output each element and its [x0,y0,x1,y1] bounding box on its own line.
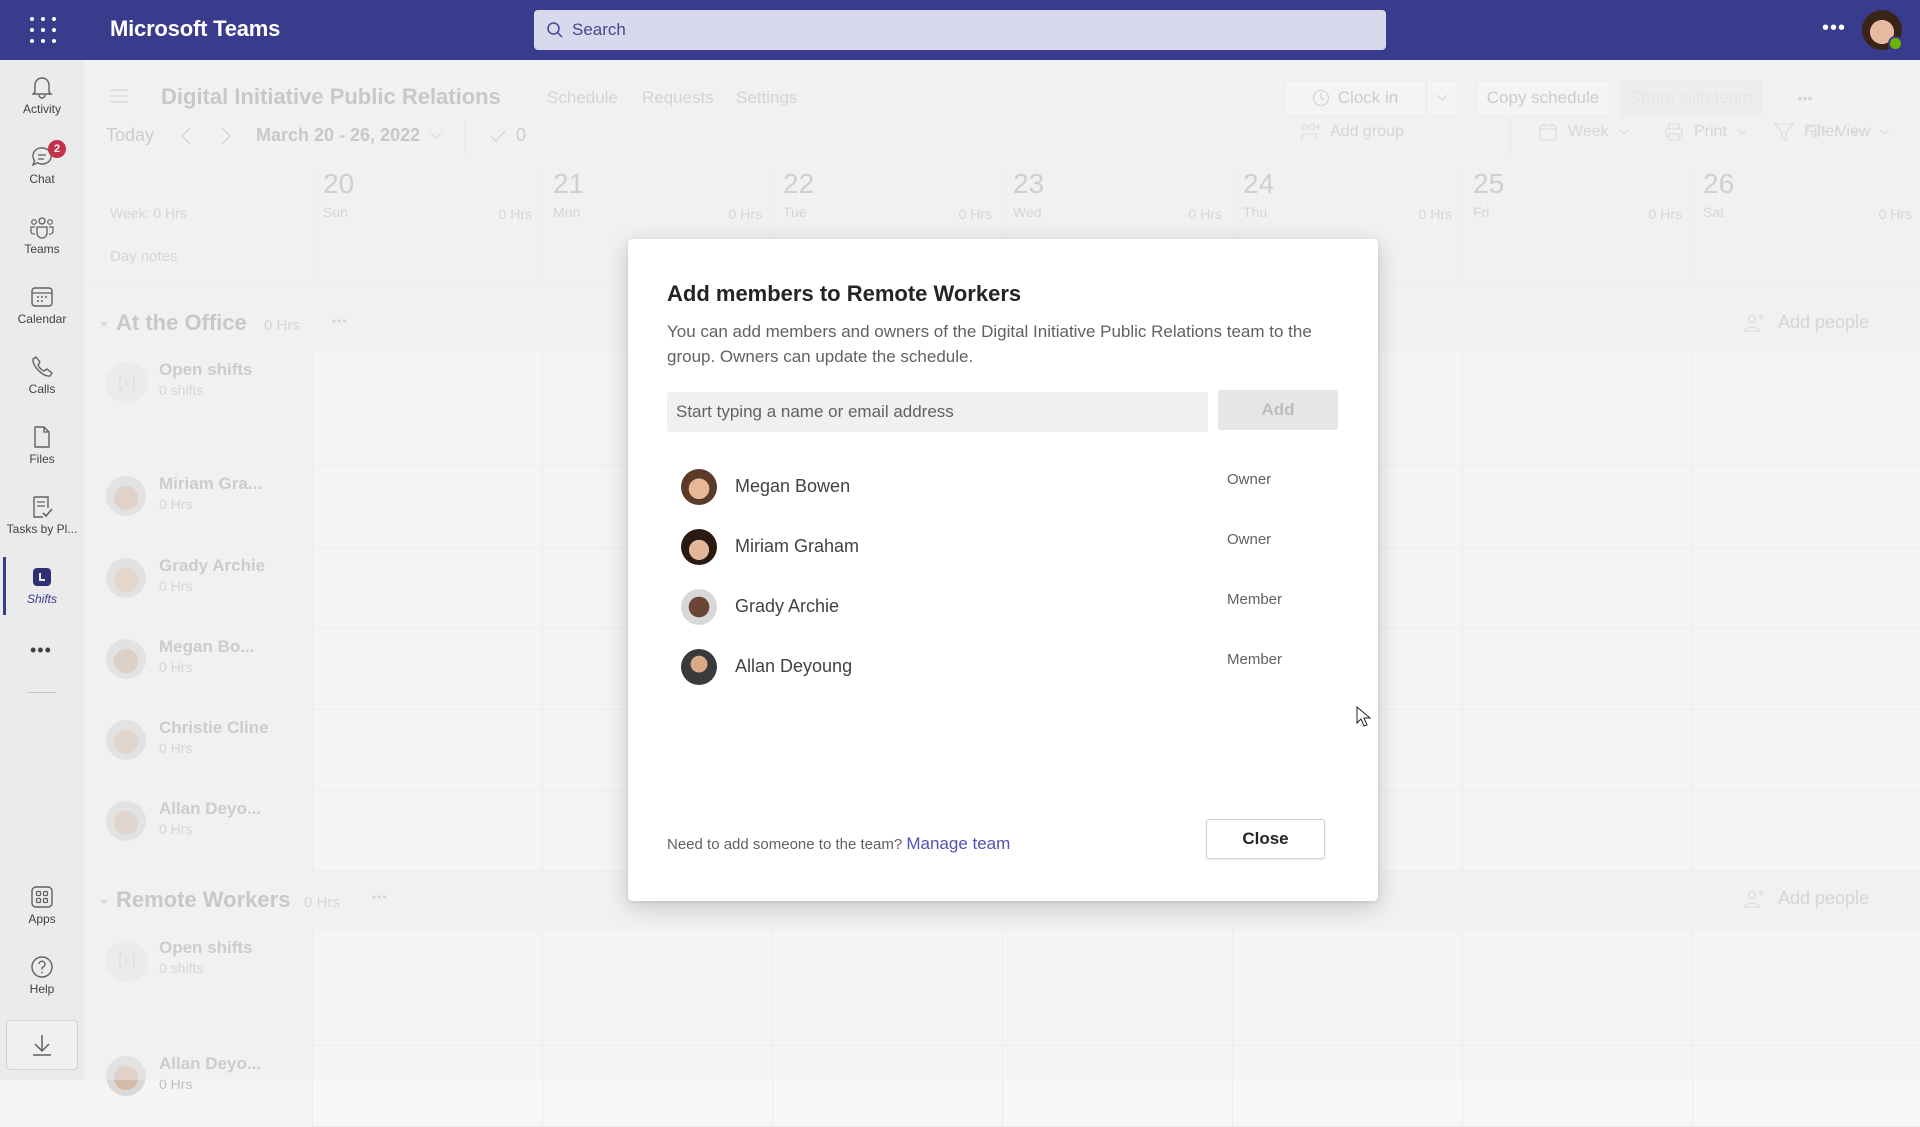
rail-label: Shifts [26,592,57,606]
member-row: Allan Deyoung Member [667,643,1347,693]
member-name: Miriam Graham [735,536,860,556]
rail-item-activity[interactable]: Activity [0,68,84,128]
search-icon [547,22,563,38]
avatar [681,529,717,565]
member-role: Owner [1227,471,1272,488]
more-apps-icon[interactable]: ••• [30,640,52,661]
rail-item-help[interactable]: Help [0,948,84,1008]
presence-available-icon [1888,36,1903,51]
add-members-dialog: Add members to Remote Workers You can ad… [628,239,1378,901]
file-icon [34,426,50,448]
member-row: Grady Archie Member [667,583,1347,633]
member-role: Member [1227,591,1283,608]
rail-label: Chat [29,172,55,186]
search-input[interactable] [572,20,1352,40]
dialog-title: Add members to Remote Workers [667,281,1022,306]
teams-icon [30,217,54,239]
bell-icon [31,77,53,99]
app-title: Microsoft Teams [110,16,281,41]
app-launcher-icon[interactable] [30,17,56,43]
apps-icon [31,886,53,908]
member-role: Member [1227,651,1283,668]
rail-item-calendar[interactable]: Calendar [0,278,84,338]
rail-item-files[interactable]: Files [0,418,84,478]
member-name: Megan Bowen [735,476,851,496]
top-bar: Microsoft Teams ••• [0,0,1920,60]
avatar [681,649,717,685]
calendar-icon [31,287,53,307]
avatar [681,589,717,625]
rail-label: Tasks by Pl... [6,522,78,536]
member-name: Allan Deyoung [735,656,853,676]
phone-icon [32,356,53,377]
member-name: Grady Archie [735,596,840,616]
settings-more-icon[interactable]: ••• [1822,17,1846,40]
rail-label: Teams [24,242,60,256]
tasks-icon [33,496,53,518]
app-rail: Activity 2 Chat Teams Calendar Calls Fil… [0,60,84,1080]
footer-text: Need to add someone to the team? Manage … [667,834,1010,854]
dialog-description: You can add members and owners of the Di… [667,322,1312,366]
avatar [681,469,717,505]
download-button[interactable] [6,1020,78,1070]
mouse-cursor-icon [1356,706,1372,727]
shifts-icon [33,568,51,586]
rail-label: Help [29,982,55,996]
rail-label: Activity [22,102,61,116]
member-row: Miriam Graham Owner [667,523,1347,573]
rail-item-calls[interactable]: Calls [0,348,84,408]
member-row: Megan Bowen Owner [667,463,1347,513]
rail-label: Calendar [17,312,67,326]
rail-item-tasks[interactable]: Tasks by Pl... [0,488,84,548]
footer-prompt: Need to add someone to the team? [667,836,903,853]
rail-item-shifts[interactable]: Shifts [0,558,84,618]
chat-unread-badge: 2 [48,140,66,158]
add-button[interactable]: Add [1218,390,1338,430]
close-button[interactable]: Close [1206,819,1325,859]
help-icon [31,956,53,978]
member-search-input[interactable] [667,392,1208,432]
search-box[interactable] [534,10,1386,50]
rail-label: Calls [28,382,56,396]
rail-divider [27,692,57,693]
rail-item-teams[interactable]: Teams [0,208,84,268]
rail-label: Files [29,452,55,466]
member-role: Owner [1227,531,1272,548]
rail-item-chat[interactable]: 2 Chat [0,138,84,198]
manage-team-link[interactable]: Manage team [906,834,1010,853]
download-icon [33,1035,51,1056]
rail-label: Apps [28,912,56,926]
rail-item-apps[interactable]: Apps [0,878,84,938]
